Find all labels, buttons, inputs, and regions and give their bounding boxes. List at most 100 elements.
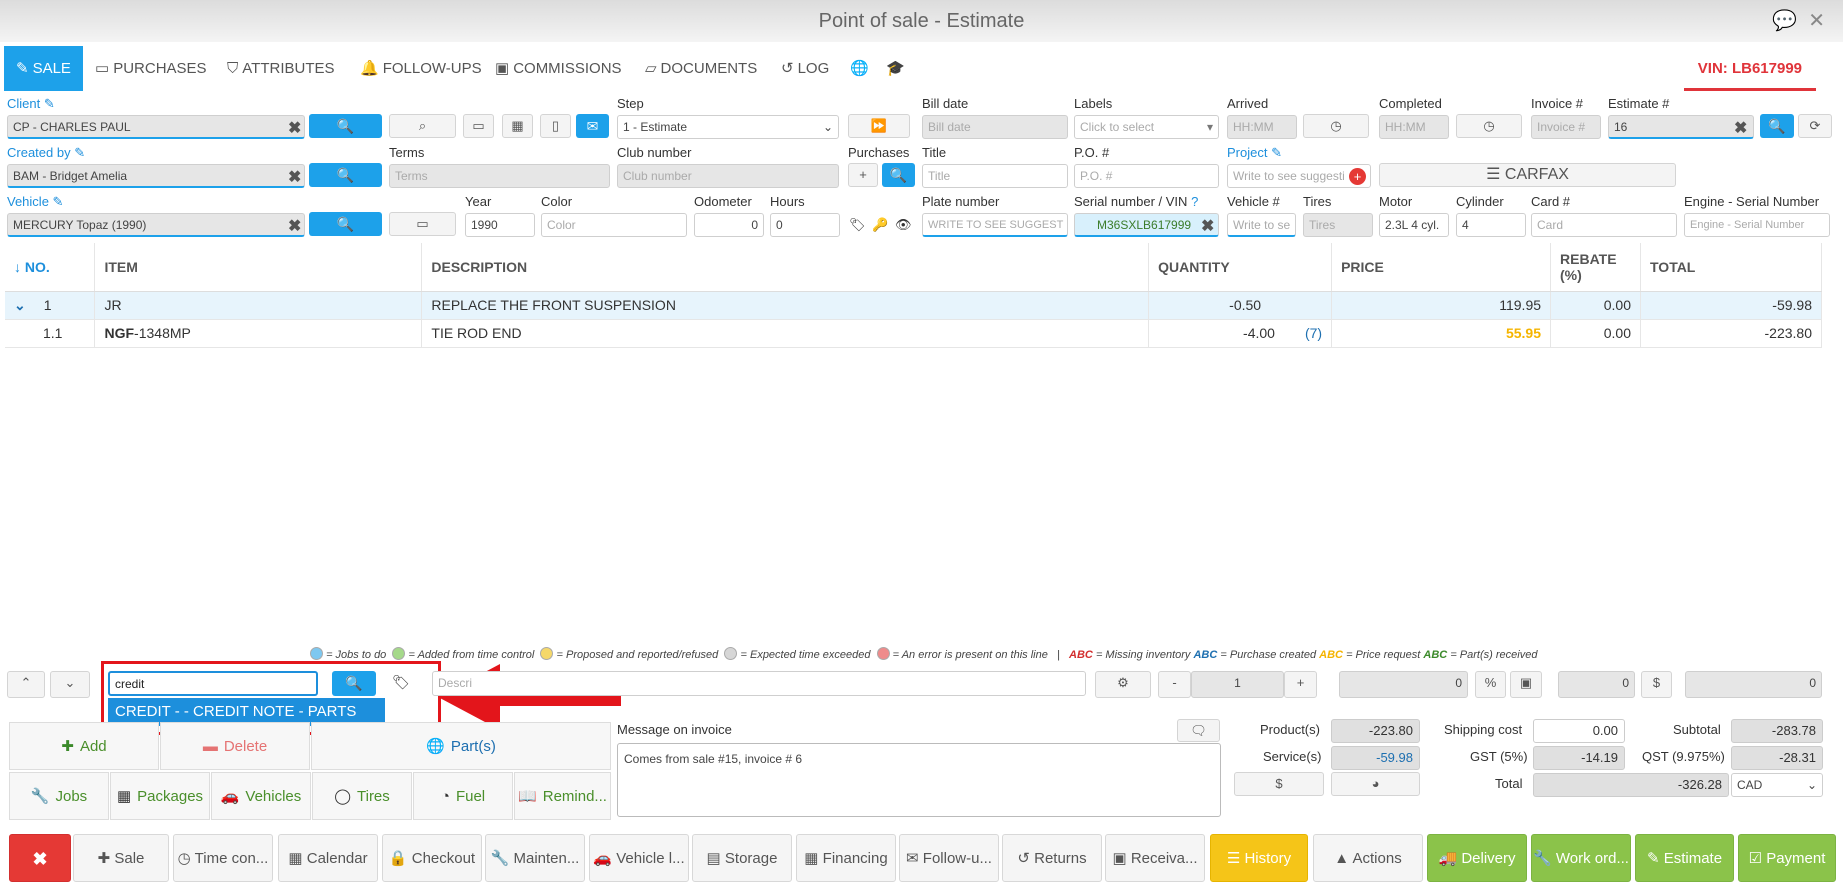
col-total[interactable]: TOTAL — [1640, 243, 1822, 292]
vehicle-note-button[interactable]: ▭ — [389, 212, 456, 236]
arrived-clock-button[interactable]: ◷ — [1303, 114, 1369, 138]
jobs-button[interactable]: 🔧 Jobs — [9, 772, 109, 820]
packages-button[interactable]: ▦ Packages — [110, 772, 210, 820]
title-field[interactable]: Title — [922, 164, 1068, 188]
clear-client-icon[interactable]: ✖ — [288, 118, 301, 138]
add-button[interactable]: ✚ Add — [9, 722, 159, 770]
created-by-field[interactable]: BAM - Bridget Amelia — [7, 164, 305, 188]
estimate-button[interactable]: ✎ Estimate — [1635, 834, 1734, 882]
clear-vehicle-icon[interactable]: ✖ — [288, 216, 301, 236]
col-no[interactable]: ↓ NO. — [5, 243, 96, 292]
client-search-button[interactable]: 🔍 — [309, 114, 382, 138]
cancel-button[interactable]: ✖ — [9, 834, 71, 882]
tab-log[interactable]: ↺ LOG — [781, 46, 829, 91]
rebate-input[interactable]: 0 — [1558, 671, 1635, 698]
follow-up-button[interactable]: ✉ Follow-u... — [899, 834, 999, 882]
graduation-cap-icon[interactable]: 🎓 — [886, 46, 905, 91]
add-purchase-button[interactable]: + — [848, 163, 878, 187]
serial-number-field[interactable]: M36SXLB617999 — [1074, 213, 1219, 237]
delete-button[interactable]: ▬ Delete — [160, 722, 310, 770]
tag-icon[interactable]: 🏷 — [849, 217, 866, 233]
client-field[interactable]: CP - CHARLES PAUL — [7, 115, 305, 139]
move-up-button[interactable]: ⌃ — [7, 671, 45, 698]
price-input[interactable]: 0 — [1339, 671, 1468, 698]
tab-vin[interactable]: VIN: LB617999 — [1683, 46, 1816, 91]
project-label[interactable]: Project ✎ — [1227, 145, 1282, 161]
table-row[interactable]: ⌄ 1 JR REPLACE THE FRONT SUSPENSION -0.50… — [5, 291, 1822, 320]
close-icon[interactable]: ✕ — [1808, 10, 1825, 32]
settings-button[interactable]: ⚙ — [1095, 671, 1151, 698]
maintenance-button[interactable]: 🔧 Mainten... — [485, 834, 585, 882]
chat-icon[interactable]: 💬 — [1772, 10, 1797, 32]
odometer-field[interactable]: 0 — [694, 213, 764, 237]
binoculars-button[interactable]: ⌕ — [389, 114, 456, 138]
financing-button[interactable]: ▦ Financing — [796, 834, 896, 882]
tab-purchases[interactable]: ▭ PURCHASES — [95, 46, 207, 91]
payment-button[interactable]: ☑ Payment — [1738, 834, 1836, 882]
pie-chart-button[interactable]: ◕ — [1331, 772, 1420, 796]
receivables-button[interactable]: ▣ Receiva... — [1105, 834, 1205, 882]
terms-field[interactable]: Terms — [389, 164, 610, 188]
qty-minus-button[interactable]: - — [1158, 671, 1191, 698]
col-price[interactable]: PRICE — [1331, 243, 1552, 292]
created-by-search-button[interactable]: 🔍 — [309, 163, 382, 187]
email-button[interactable]: ✉ — [576, 114, 609, 138]
checkout-button[interactable]: 🔒 Checkout — [382, 834, 482, 882]
tab-commissions[interactable]: ▣ COMMISSIONS — [495, 46, 622, 91]
add-project-icon[interactable]: + — [1349, 168, 1366, 185]
created-by-label[interactable]: Created by ✎ — [7, 145, 85, 161]
completed-field[interactable]: HH:MM — [1379, 115, 1449, 139]
move-down-button[interactable]: ⌄ — [50, 671, 90, 698]
percent-button[interactable]: % — [1475, 671, 1506, 698]
description-input[interactable]: Descri — [432, 671, 1086, 696]
color-field[interactable]: Color — [541, 213, 687, 237]
col-quantity[interactable]: QUANTITY — [1148, 243, 1333, 292]
key-icon[interactable]: 🔑 — [872, 217, 888, 233]
clear-created-by-icon[interactable]: ✖ — [288, 167, 301, 187]
tab-follow-ups[interactable]: 🔔 FOLLOW-UPS — [360, 46, 482, 91]
motor-field[interactable]: 2.3L 4 cyl. — [1379, 213, 1449, 237]
currency-select[interactable]: CAD ⌄ — [1731, 773, 1823, 797]
tab-attributes[interactable]: ⛉ ATTRIBUTES — [227, 46, 335, 91]
note-button[interactable]: ▭ — [463, 114, 494, 138]
refresh-button[interactable]: ⟳ — [1798, 114, 1832, 138]
col-rebate[interactable]: REBATE (%) — [1550, 243, 1641, 292]
parts-button[interactable]: 🌐 Part(s) — [311, 722, 611, 770]
client-label[interactable]: Client ✎ — [7, 96, 55, 112]
tires-button[interactable]: ◯ Tires — [312, 772, 412, 820]
clear-serial-icon[interactable]: ✖ — [1201, 216, 1214, 236]
message-textarea[interactable]: Comes from sale #15, invoice # 6 — [617, 743, 1221, 817]
carfax-button[interactable]: ☰ CARFAX — [1379, 163, 1676, 187]
purchase-search-button[interactable]: 🔍 — [882, 163, 915, 187]
invoice-field[interactable]: Invoice # — [1531, 115, 1601, 139]
reminders-button[interactable]: 📖 Remind... — [514, 772, 611, 820]
estimate-field[interactable]: 16 — [1608, 115, 1754, 139]
year-field[interactable]: 1990 — [465, 213, 535, 237]
comment-button[interactable]: 🗨 — [1177, 719, 1220, 742]
sale-button[interactable]: ✚ Sale — [73, 834, 169, 882]
vehicle-field[interactable]: MERCURY Topaz (1990) — [7, 213, 305, 237]
tab-sale[interactable]: ✎ SALE — [4, 46, 83, 91]
calendar-button[interactable]: ▦ Calendar — [278, 834, 378, 882]
time-control-button[interactable]: ◷ Time con... — [173, 834, 273, 882]
estimate-search-button[interactable]: 🔍 — [1760, 114, 1794, 138]
arrived-field[interactable]: HH:MM — [1227, 115, 1297, 139]
dollar-button[interactable]: $ — [1234, 772, 1324, 796]
eye-icon[interactable]: 👁 — [895, 217, 912, 233]
qty-input[interactable]: 1 — [1191, 671, 1284, 698]
table-row[interactable]: 1.1 NGF-1348MP TIE ROD END -4.00 (7) 55.9… — [5, 319, 1822, 348]
money-icon[interactable]: ▣ — [1510, 671, 1542, 698]
hours-field[interactable]: 0 — [770, 213, 840, 237]
history-button[interactable]: ☰ History — [1210, 834, 1308, 882]
labels-select[interactable]: Click to select ▾ — [1074, 115, 1219, 139]
col-description[interactable]: DESCRIPTION — [421, 243, 1150, 292]
returns-button[interactable]: ↺ Returns — [1002, 834, 1102, 882]
dollar-button[interactable]: $ — [1641, 671, 1672, 698]
vehicles-button[interactable]: 🚗 Vehicles — [211, 772, 311, 820]
engine-serial-field[interactable]: Engine - Serial Number — [1684, 213, 1830, 237]
col-item[interactable]: ITEM — [94, 243, 423, 292]
tires-field[interactable]: Tires — [1303, 213, 1373, 237]
cylinder-field[interactable]: 4 — [1456, 213, 1526, 237]
globe-icon[interactable]: 🌐 — [850, 46, 869, 91]
calendar-button[interactable]: ▦ — [502, 114, 533, 138]
